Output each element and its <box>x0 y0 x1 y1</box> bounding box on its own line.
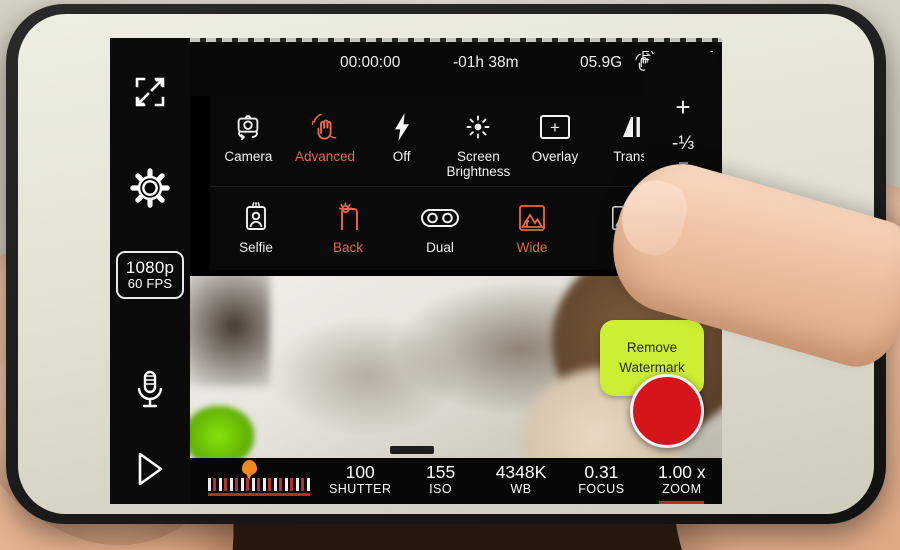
settings-overlay-panel: Camera Advanced Off Screen Brightness + … <box>210 96 670 270</box>
viewfinder-green-object <box>190 406 254 458</box>
selfie-icon <box>243 198 269 238</box>
stat-iso[interactable]: 155 ISO <box>400 463 480 499</box>
option-label: Overlay <box>531 149 579 164</box>
status-bar: 00:00:00 -01h 38m 05.9G <box>190 42 722 96</box>
shutter-slider[interactable] <box>190 458 320 504</box>
play-icon <box>133 449 167 489</box>
option-dual[interactable]: Dual <box>394 187 486 270</box>
gear-icon <box>129 167 171 209</box>
time-remaining: -01h 38m <box>453 54 519 71</box>
microphone-icon <box>135 369 165 409</box>
viewfinder-dark-bar <box>390 446 434 454</box>
option-label: Dual <box>426 240 454 255</box>
dual-lens-icon <box>420 198 460 238</box>
resolution-value: 1080p <box>125 257 175 277</box>
option-advanced[interactable]: Advanced <box>287 96 364 186</box>
storage-remaining: 05.9G <box>580 54 623 71</box>
settings-row-lens: Selfie Back Dual Wide <box>210 186 670 270</box>
stat-value: 4348K <box>495 462 547 483</box>
option-label: Back <box>332 240 363 255</box>
camera-rotate-icon <box>233 107 263 147</box>
option-label: Camera <box>224 149 273 164</box>
option-wide[interactable]: Wide <box>486 187 578 270</box>
resolution-badge[interactable]: 1080p 60 FPS <box>110 238 190 312</box>
back-camera-icon <box>333 198 363 238</box>
record-button[interactable] <box>630 374 704 448</box>
settings-row-primary: Camera Advanced Off Screen Brightness + … <box>210 96 670 186</box>
option-label: Selfie <box>239 240 273 255</box>
playback-button[interactable] <box>110 438 190 500</box>
stat-focus[interactable]: 0.31 FOCUS <box>561 463 641 499</box>
option-flash[interactable]: Off <box>363 96 440 186</box>
option-label: Screen Brightness <box>446 149 511 180</box>
stat-key: ZOOM <box>662 481 702 496</box>
expand-icon <box>132 74 168 110</box>
recording-timer: 00:00:00 <box>340 54 401 71</box>
wide-landscape-icon <box>517 198 547 238</box>
option-back[interactable]: Back <box>302 187 394 270</box>
left-toolbar: 1080p 60 FPS <box>110 38 190 504</box>
stat-key: WB <box>510 481 532 496</box>
stat-value: 1.00 x <box>657 462 706 483</box>
stat-wb[interactable]: 4348K WB <box>481 463 561 499</box>
stat-value: 0.31 <box>584 462 619 483</box>
shutter-slider-track <box>208 493 310 496</box>
stat-value: 155 <box>426 462 456 483</box>
option-screen-brightness[interactable]: Screen Brightness <box>440 96 517 186</box>
settings-button[interactable] <box>110 156 190 220</box>
option-selfie[interactable]: Selfie <box>210 187 302 270</box>
stat-shutter[interactable]: 100 SHUTTER <box>320 463 400 499</box>
stat-key: FOCUS <box>578 481 625 496</box>
option-label: Wide <box>516 240 548 255</box>
stat-value: 100 <box>345 462 375 483</box>
photo-scene: 1080p 60 FPS 00:00:00 -01h 38m 05.9G Cam… <box>0 0 900 550</box>
shutter-slider-ticks <box>208 478 310 491</box>
waving-hand-icon <box>309 107 341 147</box>
framerate-value: 60 FPS <box>127 275 173 291</box>
flash-icon <box>391 107 413 147</box>
viewfinder-blur-left <box>190 276 270 386</box>
camera-parameter-bar: 100 SHUTTER 155 ISO 4348K WB 0.31 FOCUS … <box>190 458 722 504</box>
shutter-slider-marker[interactable] <box>242 460 257 481</box>
remove-watermark-line1: Remove <box>626 340 678 356</box>
option-label: Off <box>392 149 411 164</box>
transition-icon <box>619 107 645 147</box>
stat-key: ISO <box>429 481 453 496</box>
plus-square-icon: + <box>540 107 571 147</box>
expand-button[interactable] <box>110 62 190 122</box>
plus-icon[interactable]: + <box>675 94 690 120</box>
option-overlay[interactable]: + Overlay <box>517 96 594 186</box>
brightness-icon <box>465 107 491 147</box>
microphone-button[interactable] <box>110 358 190 420</box>
stat-zoom[interactable]: 1.00 x ZOOM <box>642 462 722 504</box>
stat-key: SHUTTER <box>328 481 392 496</box>
option-camera[interactable]: Camera <box>210 96 287 186</box>
exposure-step-minus-third[interactable]: -⅓ <box>672 134 694 153</box>
option-label: Advanced <box>294 149 356 164</box>
